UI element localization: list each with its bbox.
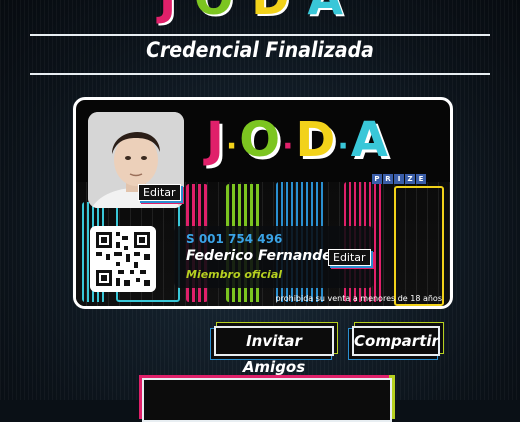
page-title: Credencial Finalizada [146, 38, 374, 62]
card-logo-letter-j: J [206, 112, 226, 168]
legal-notice: prohibida su venta a menores de 18 años [275, 294, 442, 303]
logo-letter-j: J [159, 0, 194, 21]
member-name: Federico Fernandez [186, 248, 340, 264]
card-logo-letter-d: D [295, 112, 338, 168]
card-logo-letter-a: A [350, 112, 390, 168]
prize-letter: P [372, 174, 382, 184]
member-status: Miembro oficial [186, 268, 283, 281]
edit-name-button[interactable]: Editar [328, 249, 371, 266]
serial-number: S 001 754 496 [186, 232, 283, 246]
prize-letter: Z [405, 174, 415, 184]
qr-code-icon [90, 226, 156, 292]
card-brand-logo: J·O·D·A [206, 108, 426, 172]
decor-stripe [394, 186, 444, 306]
logo-letter-d: D [251, 0, 307, 21]
invite-friends-button[interactable]: Invitar Amigos [214, 326, 334, 376]
share-button[interactable]: Compartir [352, 326, 440, 356]
credential-card: Editar J·O·D·A P R I Z E S 001 754 496 F… [73, 97, 453, 309]
logo-letter-a: A [307, 0, 361, 21]
bottom-banner-frame [142, 378, 392, 422]
prize-letter: I [394, 174, 404, 184]
title-rule-bottom [30, 73, 490, 75]
prize-letter: E [416, 174, 426, 184]
prize-letter: R [383, 174, 393, 184]
logo-dot: · [282, 129, 296, 164]
qr-code [90, 226, 156, 292]
title-rule-top [30, 34, 490, 36]
logo-dot: · [225, 129, 240, 164]
logo-dot: · [337, 129, 351, 164]
card-logo-letter-o: O [239, 112, 283, 168]
logo-letter-o: O [194, 0, 251, 21]
prize-badge: P R I Z E [372, 174, 426, 184]
top-brand-logo: JODA [130, 0, 390, 21]
edit-photo-button[interactable]: Editar [138, 184, 181, 201]
